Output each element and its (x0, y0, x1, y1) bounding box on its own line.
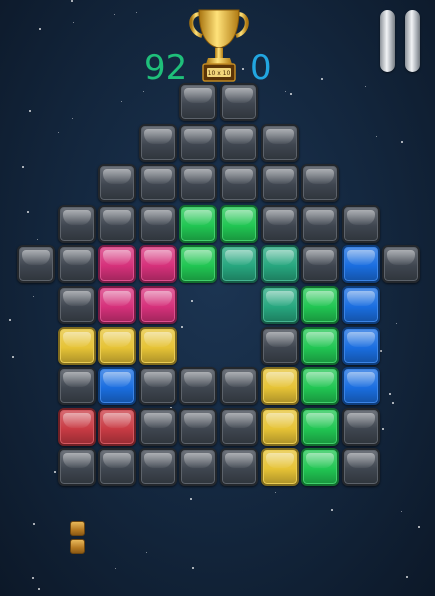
blue-block-cell (342, 286, 380, 324)
empty-cell (179, 367, 217, 405)
empty-cell (179, 83, 217, 121)
green-block-cell (301, 327, 339, 365)
empty-cell (179, 164, 217, 202)
empty-cell (220, 408, 258, 446)
empty-cell (17, 245, 55, 283)
empty-cell (139, 124, 177, 162)
empty-cell (220, 83, 258, 121)
empty-cell (382, 245, 420, 283)
green-block-cell (220, 205, 258, 243)
yellow-block-cell (261, 408, 299, 446)
piece-tray (0, 500, 435, 596)
empty-cell (342, 205, 380, 243)
piece-block (70, 521, 85, 536)
yellow-block-cell (98, 327, 136, 365)
yellow-block-cell (261, 448, 299, 486)
empty-cell (220, 367, 258, 405)
teal-block-cell (261, 286, 299, 324)
green-block-cell (179, 245, 217, 283)
empty-cell (179, 408, 217, 446)
empty-cell (301, 245, 339, 283)
empty-cell (139, 205, 177, 243)
blue-block-cell (342, 245, 380, 283)
empty-cell (139, 408, 177, 446)
green-block-cell (301, 367, 339, 405)
empty-cell (58, 367, 96, 405)
empty-cell (139, 448, 177, 486)
empty-cell (220, 124, 258, 162)
empty-cell (58, 448, 96, 486)
empty-cell (220, 164, 258, 202)
red-block-cell (98, 408, 136, 446)
empty-cell (220, 448, 258, 486)
empty-cell (58, 286, 96, 324)
empty-cell (261, 327, 299, 365)
empty-cell (139, 164, 177, 202)
yellow-block-cell (139, 327, 177, 365)
teal-block-cell (261, 245, 299, 283)
magenta-block-cell (139, 245, 177, 283)
empty-cell (98, 205, 136, 243)
empty-cell (301, 205, 339, 243)
blue-block-cell (342, 367, 380, 405)
teal-block-cell (220, 245, 258, 283)
green-block-cell (301, 448, 339, 486)
magenta-block-cell (139, 286, 177, 324)
green-block-cell (301, 408, 339, 446)
empty-cell (139, 367, 177, 405)
empty-cell (261, 124, 299, 162)
red-block-cell (58, 408, 96, 446)
empty-cell (342, 448, 380, 486)
yellow-block-cell (58, 327, 96, 365)
blue-block-cell (342, 327, 380, 365)
green-block-cell (301, 286, 339, 324)
empty-cell (58, 245, 96, 283)
yellow-block-cell (261, 367, 299, 405)
magenta-block-cell (98, 286, 136, 324)
empty-cell (179, 448, 217, 486)
empty-cell (301, 164, 339, 202)
piece-block (70, 539, 85, 554)
empty-cell (98, 164, 136, 202)
magenta-block-cell (98, 245, 136, 283)
empty-cell (261, 205, 299, 243)
blue-block-cell (98, 367, 136, 405)
empty-cell (58, 205, 96, 243)
empty-cell (342, 408, 380, 446)
empty-cell (261, 164, 299, 202)
empty-cell (98, 448, 136, 486)
green-block-cell (179, 205, 217, 243)
vertical-two-block-piece[interactable] (70, 521, 87, 557)
empty-cell (179, 124, 217, 162)
